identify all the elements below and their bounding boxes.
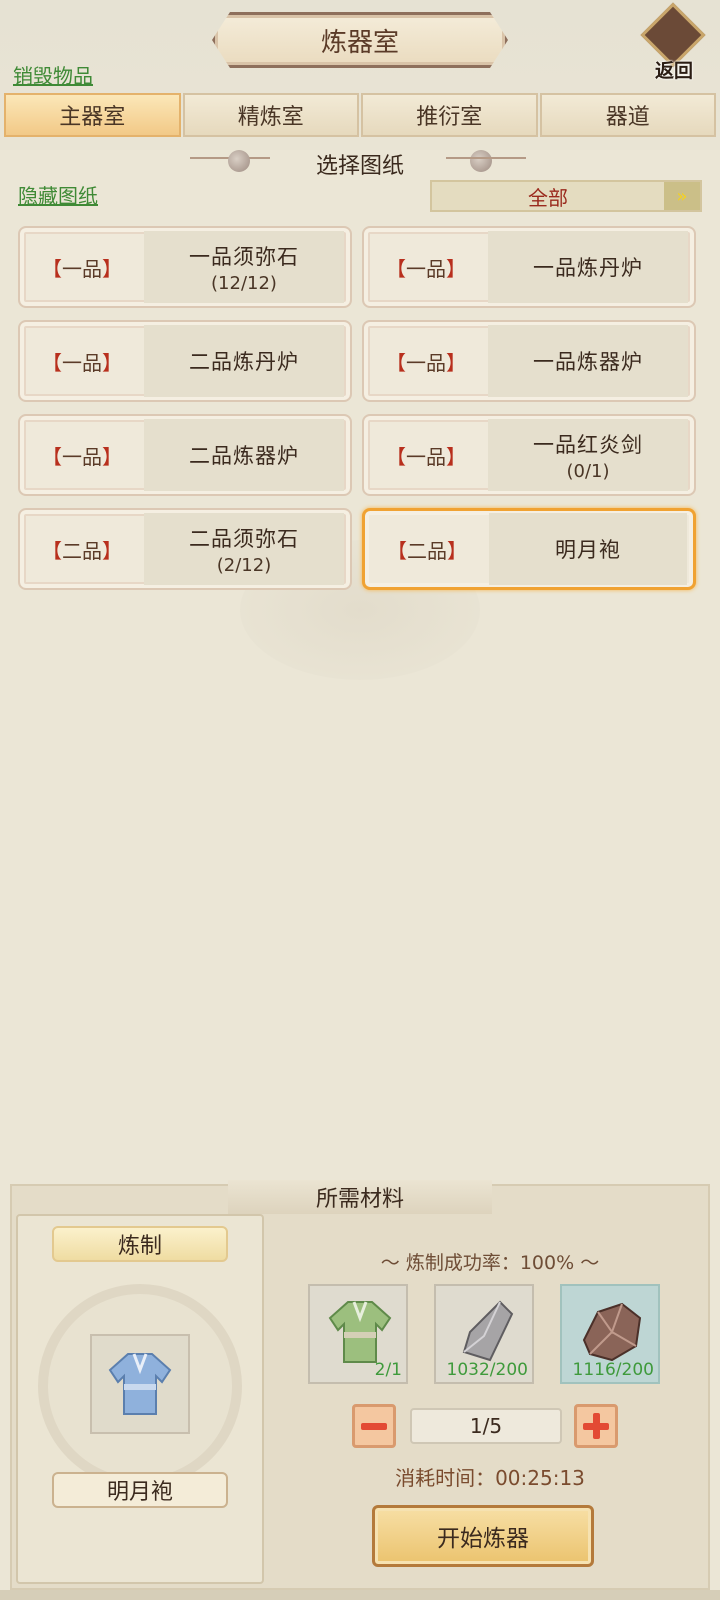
success-rate: ～ 炼制成功率：100% ～ <box>380 1252 600 1274</box>
blueprint-card[interactable]: 【一品】 一品炼器炉 <box>362 320 696 402</box>
blueprint-name: 一品炼丹炉 <box>533 256 643 280</box>
page-title: 炼器室 <box>212 12 508 68</box>
ornament-icon: ～ <box>580 1252 600 1274</box>
blueprint-count: (12/12) <box>211 272 277 294</box>
room-tabs: 主器室 精炼室 推衍室 器道 <box>4 93 716 137</box>
grade-tag: 【一品】 <box>386 444 466 469</box>
section-title: 选择图纸 <box>315 154 404 179</box>
blueprint-grid: 【一品】 一品须弥石 (12/12) 【一品】 一品炼丹炉 【一品】 二品炼丹炉 … <box>18 226 706 590</box>
grade-tag: 【一品】 <box>42 444 122 469</box>
bottom-edge <box>0 1590 720 1600</box>
blueprint-name: 明月袍 <box>555 538 621 562</box>
material-slot[interactable]: 1032/200 <box>434 1284 534 1384</box>
hide-blueprints-link[interactable]: 隐藏图纸 <box>18 180 98 209</box>
blueprint-count: (0/1) <box>566 460 610 482</box>
blueprint-name: 二品须弥石 <box>189 526 299 551</box>
tab-derive-room[interactable]: 推衍室 <box>361 93 538 137</box>
blueprint-count: (2/12) <box>216 554 272 576</box>
tab-artifact-dao[interactable]: 器道 <box>539 93 716 137</box>
blueprint-card[interactable]: 【一品】 二品炼丹炉 <box>18 320 352 402</box>
blueprint-card[interactable]: 【一品】 一品须弥石 (12/12) <box>18 226 352 308</box>
craft-label: 炼制 <box>52 1226 228 1262</box>
decrease-button[interactable] <box>352 1404 396 1448</box>
blueprint-card[interactable]: 【一品】 一品红炎剑 (0/1) <box>362 414 696 496</box>
back-label: 返回 <box>654 60 693 82</box>
material-count: 1032/200 <box>446 1360 528 1380</box>
material-slot[interactable]: 2/1 <box>308 1284 408 1384</box>
back-button[interactable]: 返回 <box>640 2 708 82</box>
target-item-slot[interactable] <box>90 1334 190 1434</box>
grade-tag: 【一品】 <box>42 350 122 375</box>
material-slot[interactable]: 1116/200 <box>560 1284 660 1384</box>
ornament-icon: ～ <box>380 1252 400 1274</box>
grade-tag: 【二品】 <box>42 538 122 563</box>
quantity-display: 1/5 <box>410 1408 562 1444</box>
blueprint-card-selected[interactable]: 【二品】 明月袍 <box>362 508 696 590</box>
filter-value: 全部 <box>528 185 568 210</box>
material-count: 1116/200 <box>572 1360 654 1380</box>
tab-refine-room[interactable]: 精炼室 <box>182 93 359 137</box>
blueprint-card[interactable]: 【一品】 二品炼器炉 <box>18 414 352 496</box>
destroy-items-link[interactable]: 销毁物品 <box>13 60 93 89</box>
target-item-name: 明月袍 <box>52 1472 228 1508</box>
blueprint-card[interactable]: 【一品】 一品炼丹炉 <box>362 226 696 308</box>
blueprint-name: 二品炼丹炉 <box>189 350 299 374</box>
grade-tag: 【二品】 <box>387 538 467 563</box>
grade-tag: 【一品】 <box>386 256 466 281</box>
chevron-down-icon: » <box>664 182 700 210</box>
category-filter-dropdown[interactable]: 全部 » <box>430 180 702 212</box>
blueprint-name: 一品炼器炉 <box>533 350 643 374</box>
increase-button[interactable] <box>574 1404 618 1448</box>
blueprint-card[interactable]: 【二品】 二品须弥石 (2/12) <box>18 508 352 590</box>
materials-title: 所需材料 <box>228 1180 492 1214</box>
start-crafting-button[interactable]: 开始炼器 <box>372 1505 594 1567</box>
blueprint-name: 一品红炎剑 <box>533 432 643 457</box>
grade-tag: 【一品】 <box>42 256 122 281</box>
brown-ore-icon <box>582 1302 642 1362</box>
time-cost: 消耗时间：00:25:13 <box>395 1466 585 1490</box>
blueprint-name: 二品炼器炉 <box>189 444 299 468</box>
grey-stone-icon <box>462 1300 514 1362</box>
blue-robe-icon <box>108 1353 172 1415</box>
blueprint-name: 一品须弥石 <box>189 244 299 269</box>
tab-main-room[interactable]: 主器室 <box>4 93 181 137</box>
grade-tag: 【一品】 <box>386 350 466 375</box>
minus-icon <box>361 1422 387 1430</box>
material-count: 2/1 <box>374 1360 402 1380</box>
green-robe-icon <box>328 1301 392 1363</box>
